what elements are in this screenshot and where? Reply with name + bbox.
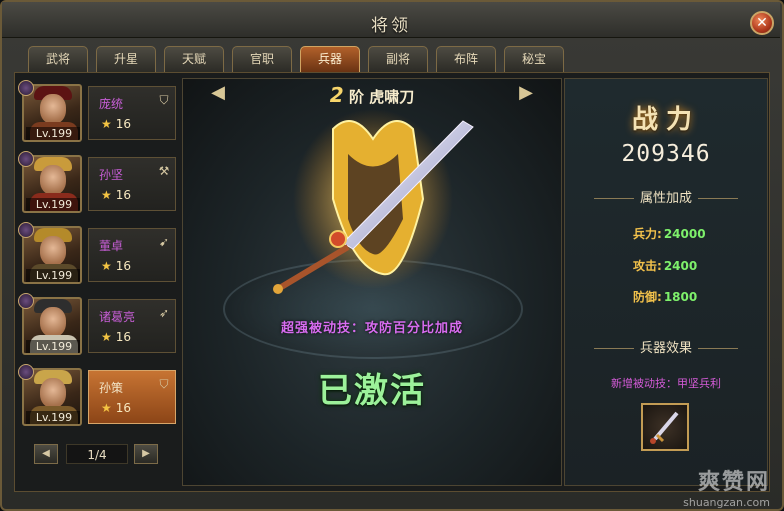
tab-office[interactable]: 官职 [232, 46, 292, 72]
tab-generals[interactable]: 武将 [28, 46, 88, 72]
icon-guard [655, 433, 665, 443]
hero-info[interactable]: 孙坚 ★ 16 ⚒ [88, 157, 176, 211]
hero-star-count: 16 [115, 117, 132, 131]
stat-label: 兵力: [633, 227, 662, 241]
tab-treasure[interactable]: 秘宝 [504, 46, 564, 72]
attributes-title: 属性加成 [565, 187, 767, 206]
hero-level: Lv.199 [26, 340, 80, 353]
shield-icon: ⛉ [159, 93, 169, 107]
tab-star-up[interactable]: 升星 [96, 46, 156, 72]
hero-name: 孙坚 [99, 168, 124, 182]
hero-name: 庞统 [99, 97, 124, 111]
weapon-image [273, 109, 474, 294]
stat-value: 24000 [663, 227, 706, 241]
stat-label: 防御: [633, 290, 662, 304]
hero-star-count: 16 [115, 259, 132, 273]
hero-name: 董卓 [99, 239, 124, 253]
hero-star-count: 16 [115, 401, 132, 415]
divider [593, 198, 634, 199]
hero-row[interactable]: Lv.199 董卓 ★ 16 ➹ [18, 222, 180, 286]
tab-talent[interactable]: 天赋 [164, 46, 224, 72]
stat-attack: 攻击: 2400 [633, 257, 697, 274]
stats-panel: 战力 209346 属性加成 兵力: 24000 攻击: 2400 防御: 1800 … [564, 78, 768, 486]
hero-face [40, 307, 66, 337]
hero-stars: ★ 16 [101, 117, 131, 131]
hero-row[interactable]: Lv.199 孙策 ★ 16 ⛉ [18, 364, 180, 428]
hero-stars: ★ 16 [101, 330, 131, 344]
axe-icon: ⚒ [158, 164, 170, 178]
hero-row[interactable]: Lv.199 庞统 ★ 16 ⛉ [18, 80, 180, 144]
tab-weapon[interactable]: 兵器 [300, 46, 360, 72]
watermark-url: shuangzan.com [683, 496, 770, 509]
weapon-effect-icon[interactable] [641, 403, 689, 451]
weapon-pommel [273, 284, 283, 294]
hero-star-count: 16 [115, 188, 132, 202]
tab-deputy[interactable]: 副将 [368, 46, 428, 72]
attributes-title-text: 属性加成 [639, 191, 692, 206]
hero-stars: ★ 16 [101, 401, 131, 415]
hero-face [40, 378, 66, 408]
hero-level: Lv.199 [26, 411, 80, 424]
hero-name: 孙策 [99, 381, 124, 395]
tab-formation[interactable]: 布阵 [436, 46, 496, 72]
stat-troops: 兵力: 24000 [633, 225, 706, 242]
power-label: 战力 [631, 105, 700, 135]
hero-name: 诸葛亮 [99, 310, 136, 324]
stat-defense: 防御: 1800 [633, 288, 697, 305]
watermark-logo: 爽赞网 [697, 470, 770, 495]
sword-icon [650, 411, 679, 444]
hero-row[interactable]: Lv.199 孙坚 ★ 16 ⚒ [18, 151, 180, 215]
hero-badge-icon [18, 364, 34, 380]
star-icon: ★ [101, 330, 112, 344]
effects-title-text: 兵器效果 [639, 341, 692, 356]
star-icon: ★ [101, 259, 112, 273]
hero-level: Lv.199 [26, 127, 80, 140]
hero-level: Lv.199 [26, 198, 80, 211]
star-icon: ★ [101, 117, 112, 131]
power-value: 209346 [621, 141, 711, 167]
divider [593, 348, 634, 349]
shield-icon: ⛉ [159, 377, 169, 391]
hero-badge-icon [18, 151, 34, 167]
hero-stars: ★ 16 [101, 188, 131, 202]
hero-info[interactable]: 庞统 ★ 16 ⛉ [88, 86, 176, 140]
close-button[interactable]: ✕ [750, 11, 774, 35]
weapon-panel: ◀ ▶ 2 阶 虎啸刀 超强被动技：攻防百分比加成 已激活 [182, 78, 562, 486]
stat-value: 2400 [663, 259, 698, 273]
hero-face [40, 236, 66, 266]
hero-badge-icon [18, 293, 34, 309]
weapon-gem [329, 230, 347, 248]
hero-badge-icon [18, 222, 34, 238]
arrow-icon: ➹ [158, 235, 170, 249]
star-icon: ★ [101, 188, 112, 202]
hero-badge-icon [18, 80, 34, 96]
watermark: 爽赞网 shuangzan.com [683, 464, 770, 509]
bow-icon: ➶ [158, 306, 170, 320]
icon-pommel [650, 438, 656, 444]
page-indicator: 1/4 [66, 444, 128, 464]
stat-label: 攻击: [633, 259, 662, 273]
divider [698, 348, 738, 349]
next-page-button[interactable]: ▶ [134, 444, 158, 464]
hero-row[interactable]: Lv.199 诸葛亮 ★ 16 ➶ [18, 293, 180, 357]
stat-value: 1800 [663, 290, 698, 304]
weapon-skill: 超强被动技：攻防百分比加成 [280, 321, 463, 336]
hero-level: Lv.199 [26, 269, 80, 282]
hero-info[interactable]: 董卓 ★ 16 ➹ [88, 228, 176, 282]
hero-info-selected[interactable]: 孙策 ★ 16 ⛉ [88, 370, 176, 424]
hero-star-count: 16 [115, 330, 132, 344]
hero-stars: ★ 16 [101, 259, 131, 273]
hero-info[interactable]: 诸葛亮 ★ 16 ➶ [88, 299, 176, 353]
effects-title: 兵器效果 [565, 337, 767, 356]
star-icon: ★ [101, 401, 112, 415]
activated-status: 已激活 [318, 371, 426, 411]
hero-face [40, 165, 66, 195]
divider [698, 198, 738, 199]
hero-face [40, 94, 66, 124]
window-title: 将领 [371, 16, 411, 36]
prev-page-button[interactable]: ◀ [34, 444, 58, 464]
title-bar: 将领 ✕ [2, 2, 780, 38]
effect-text: 新增被动技：甲坚兵利 [611, 377, 721, 390]
